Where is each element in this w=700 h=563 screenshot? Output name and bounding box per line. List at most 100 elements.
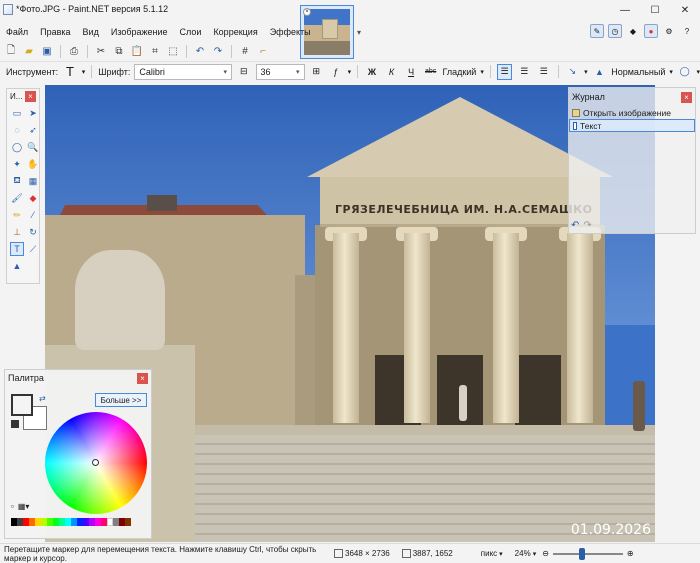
ruler-icon[interactable]: ⌐	[256, 44, 270, 58]
menu-file[interactable]: Файл	[0, 24, 34, 42]
gradient-icon[interactable]: ▦	[26, 174, 40, 188]
close-button[interactable]: ✕	[670, 0, 700, 20]
underline-button[interactable]: Ч	[403, 64, 419, 80]
blend-mode-value[interactable]: Нормальный	[611, 67, 665, 77]
font-size-increase-icon[interactable]: ⊞	[309, 64, 325, 80]
settings-gear-icon[interactable]: ⚙	[662, 24, 676, 38]
history-window-icon[interactable]: ◷	[608, 24, 622, 38]
color-picker-icon[interactable]: ⁄	[26, 208, 40, 222]
italic-button[interactable]: К	[384, 64, 400, 80]
status-bar: Перетащите маркер для перемещения текста…	[0, 543, 700, 563]
window-toggles: ✎ ◷ ◆ ● ⚙ ?	[590, 24, 694, 38]
image-list-dropdown-icon[interactable]: ▾	[357, 28, 361, 37]
open-file-icon[interactable]: ▰	[22, 44, 36, 58]
color-wheel[interactable]	[45, 412, 147, 514]
reset-colors-icon[interactable]	[11, 420, 19, 428]
minimize-button[interactable]: —	[610, 0, 640, 20]
text-rendering-icon[interactable]: ↘	[565, 64, 581, 80]
tools-window-icon[interactable]: ✎	[590, 24, 604, 38]
blend-mode-icon[interactable]: ▲	[592, 64, 608, 80]
units-value[interactable]: пикс	[481, 549, 497, 558]
palette-panel-title: Палитра	[8, 373, 44, 383]
cut-icon[interactable]: ✂	[94, 44, 108, 58]
magic-wand-icon[interactable]: ✦	[10, 157, 24, 171]
paste-icon[interactable]: 📋	[130, 44, 144, 58]
window-title: *Фото.JPG - Paint.NET версия 5.1.12	[16, 4, 169, 14]
font-size-decrease-icon[interactable]: ⊟	[236, 64, 252, 80]
crop-icon[interactable]: ⌗	[148, 44, 162, 58]
history-redo-icon[interactable]: ↷	[583, 220, 591, 231]
palette-swatches[interactable]	[11, 518, 131, 526]
align-center-icon[interactable]: ☰	[516, 64, 532, 80]
redo-icon[interactable]: ↷	[211, 44, 225, 58]
pan-icon[interactable]: ✋	[26, 157, 40, 171]
lasso-select-icon[interactable]: ◌	[10, 123, 24, 137]
cursor-position-icon	[401, 549, 411, 558]
menu-effects[interactable]: Эффекты	[264, 24, 317, 42]
menu-layers[interactable]: Слои	[174, 24, 208, 42]
line-curve-icon[interactable]: ⟋	[26, 242, 40, 256]
move-selected-icon[interactable]: ➤	[26, 106, 40, 120]
pencil-icon[interactable]: ✏	[10, 208, 24, 222]
swap-colors-icon[interactable]: ⇄	[39, 394, 46, 403]
font-select[interactable]: Calibri ▾	[134, 63, 232, 80]
date-stamp-text[interactable]: 01.09.2026	[571, 522, 651, 538]
zoom-slider[interactable]	[552, 547, 623, 560]
bold-button[interactable]: Ж	[364, 64, 380, 80]
text-icon[interactable]: T	[10, 242, 24, 256]
menu-view[interactable]: Вид	[77, 24, 105, 42]
font-options-icon[interactable]: ƒ	[328, 64, 344, 80]
menu-edit[interactable]: Правка	[34, 24, 76, 42]
zoom-icon[interactable]: 🔍	[26, 140, 40, 154]
antialiasing-value[interactable]: Гладкий	[442, 67, 476, 77]
paintbrush-icon[interactable]: 🖌	[10, 191, 24, 205]
menu-image[interactable]: Изображение	[105, 24, 174, 42]
close-tools-panel-icon[interactable]: ×	[25, 90, 36, 102]
zoom-value[interactable]: 24%	[515, 549, 531, 558]
cursor-position-value: 3887, 1652	[412, 549, 453, 558]
photo-column	[493, 233, 519, 423]
deselect-icon[interactable]: ⬚	[166, 44, 180, 58]
font-size-select[interactable]: 36 ▾	[255, 63, 305, 80]
palette-menu-icon[interactable]: ▦▾	[18, 502, 30, 511]
zoom-in-icon[interactable]: ⊕	[627, 549, 634, 558]
history-undo-icon[interactable]: ↶	[571, 220, 579, 231]
close-history-panel-icon[interactable]: ×	[681, 91, 692, 103]
paint-bucket-icon[interactable]: ⛾	[10, 174, 24, 188]
clone-stamp-icon[interactable]: ⊥	[10, 225, 24, 239]
primary-color-swatch[interactable]	[11, 394, 33, 416]
text-tool-icon[interactable]: T	[62, 64, 78, 80]
print-icon[interactable]: ⎙	[67, 44, 81, 58]
undo-icon[interactable]: ↶	[193, 44, 207, 58]
zoom-slider-thumb[interactable]	[578, 547, 585, 560]
layers-window-icon[interactable]: ◆	[626, 24, 640, 38]
eraser-icon[interactable]: ◆	[26, 191, 40, 205]
new-file-icon[interactable]: 🗋	[4, 44, 18, 58]
copy-icon[interactable]: ⧉	[112, 44, 126, 58]
menu-adjustments[interactable]: Коррекция	[207, 24, 263, 42]
recolor-icon[interactable]: ↻	[26, 225, 40, 239]
color-wheel-handle[interactable]	[92, 459, 99, 466]
close-palette-panel-icon[interactable]: ×	[137, 372, 148, 384]
selection-clipping-icon[interactable]: ◯	[677, 64, 693, 80]
image-size-icon	[334, 549, 343, 558]
strikethrough-button[interactable]: abc	[423, 64, 439, 80]
add-color-icon[interactable]: ▫	[11, 502, 14, 511]
palette-window-icon[interactable]: ●	[644, 24, 658, 38]
history-item[interactable]: Открыть изображение	[569, 106, 695, 119]
maximize-button[interactable]: ☐	[640, 0, 670, 20]
save-file-icon[interactable]: ▣	[40, 44, 54, 58]
ellipse-select-icon[interactable]: ◯	[10, 140, 24, 154]
close-image-icon[interactable]: ×	[303, 8, 311, 16]
help-icon[interactable]: ?	[680, 24, 694, 38]
photo-chimney	[147, 195, 177, 211]
zoom-out-icon[interactable]: ⊖	[542, 549, 549, 558]
align-left-icon[interactable]: ☰	[496, 63, 513, 80]
history-item[interactable]: Текст	[569, 119, 695, 132]
align-right-icon[interactable]: ☰	[536, 64, 552, 80]
more-colors-button[interactable]: Больше >>	[95, 393, 147, 407]
rectangle-select-icon[interactable]: ▭	[10, 106, 24, 120]
grid-icon[interactable]: #	[238, 44, 252, 58]
move-selection-icon[interactable]: ➶	[26, 123, 40, 137]
shapes-icon[interactable]: ▲	[10, 259, 24, 273]
